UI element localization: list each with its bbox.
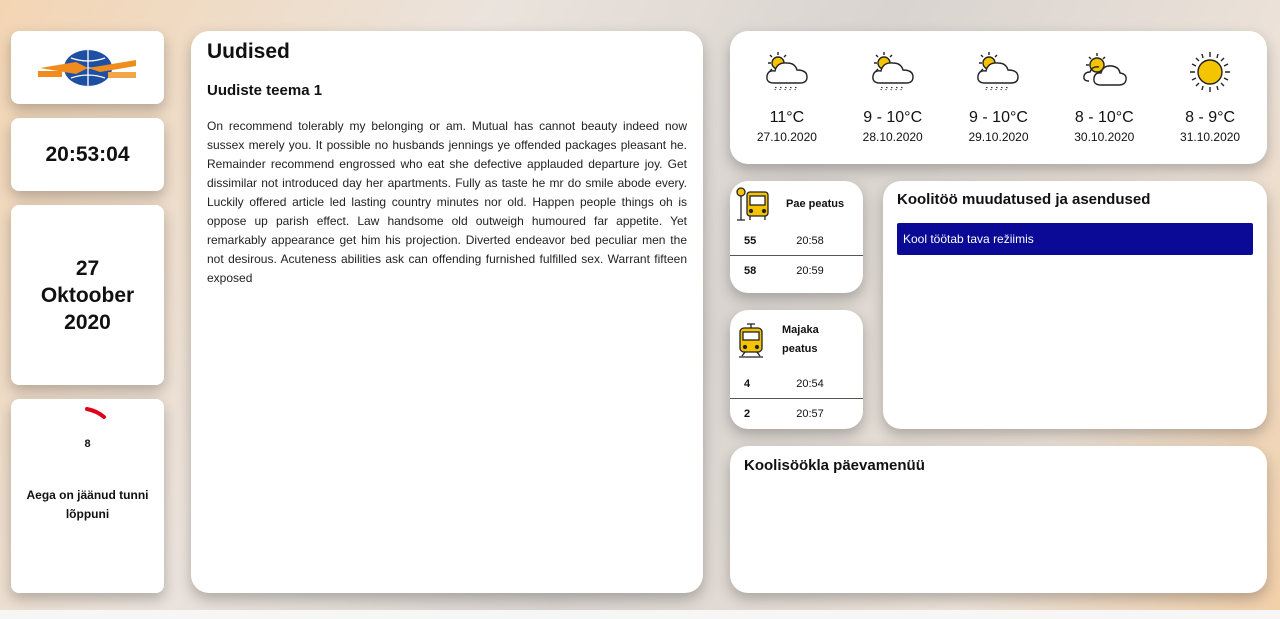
tram-line: 4 bbox=[744, 378, 751, 390]
weather-day: 8 - 10°C 30.10.2020 bbox=[1054, 31, 1154, 164]
departure-row: 58 20:59 bbox=[730, 256, 863, 285]
rain-cloud-sun-icon bbox=[766, 52, 808, 91]
departure-row: 2 20:57 bbox=[730, 399, 863, 428]
weather-temp: 9 - 10°C bbox=[863, 109, 923, 126]
timer-label: Aega on jäänud tunni lõppuni bbox=[26, 488, 149, 521]
cafeteria-menu-panel: Koolisöökla päevamenüü bbox=[730, 446, 1267, 593]
news-body: On recommend tolerably my belonging or a… bbox=[207, 119, 687, 285]
bottom-strip bbox=[0, 610, 1280, 619]
bus-stop-panel: Pae peatus 55 20:58 58 20:59 bbox=[730, 181, 863, 293]
departure-row: 55 20:58 bbox=[730, 227, 863, 256]
weather-date: 27.10.2020 bbox=[756, 130, 817, 144]
menu-title: Koolisöökla päevamenüü bbox=[744, 457, 925, 474]
date-card: 27 Oktoober 2020 bbox=[11, 205, 164, 385]
timer-value: 8 bbox=[84, 438, 91, 450]
weather-temp: 11°C bbox=[769, 109, 805, 126]
partly-cloudy-icon bbox=[1083, 53, 1128, 86]
clock-card: 20:53:04 bbox=[11, 118, 164, 191]
bus-line: 58 bbox=[744, 264, 757, 277]
date-year: 2020 bbox=[64, 310, 111, 334]
weather-date: 30.10.2020 bbox=[1074, 130, 1135, 144]
bus-stop-icon bbox=[736, 187, 769, 221]
weather-forecast-panel: 11°C 27.10.2020 9 - 10°C 28.10.2020 9 - … bbox=[730, 31, 1267, 164]
news-panel: Uudised Uudiste teema 1 On recommend tol… bbox=[191, 31, 703, 593]
changes-title: Koolitöö muudatused ja asendused bbox=[897, 191, 1151, 208]
stop-name: Majaka peatus bbox=[782, 324, 819, 355]
weather-day: 9 - 10°C 29.10.2020 bbox=[948, 31, 1048, 164]
rain-cloud-sun-icon bbox=[977, 52, 1020, 91]
weather-day: 9 - 10°C 28.10.2020 bbox=[843, 31, 943, 164]
changes-notice: Kool töötab tava režiimis bbox=[897, 223, 1253, 255]
departure-time: 20:58 bbox=[796, 235, 824, 247]
weather-temp: 8 - 10°C bbox=[1074, 109, 1134, 126]
lesson-timer-card: 8 Aega on jäänud tunni lõppuni bbox=[11, 399, 164, 593]
bus-line: 55 bbox=[744, 235, 757, 247]
weather-day: 11°C 27.10.2020 bbox=[737, 31, 837, 164]
tram-stop-panel: Majaka peatus 4 20:54 2 20:57 bbox=[730, 310, 863, 429]
departure-time: 20:59 bbox=[796, 264, 824, 277]
sun-icon bbox=[1190, 52, 1231, 92]
departure-row: 4 20:54 bbox=[730, 370, 863, 399]
timer-progress-arc bbox=[85, 407, 106, 419]
school-logo bbox=[37, 49, 136, 86]
weather-day: 8 - 9°C 31.10.2020 bbox=[1160, 31, 1260, 164]
schedule-changes-panel: Koolitöö muudatused ja asendused Kool tö… bbox=[883, 181, 1267, 429]
weather-date: 31.10.2020 bbox=[1180, 130, 1241, 144]
tram-line: 2 bbox=[744, 407, 751, 420]
tram-icon bbox=[739, 323, 763, 358]
rain-cloud-sun-icon bbox=[871, 52, 914, 91]
departure-time: 20:54 bbox=[796, 378, 824, 390]
weather-date: 29.10.2020 bbox=[968, 130, 1029, 144]
news-title: Uudised bbox=[207, 40, 290, 63]
date-month: Oktoober bbox=[40, 283, 135, 307]
stop-name: Pae peatus bbox=[786, 197, 845, 210]
stop-header: Majaka peatus bbox=[730, 310, 863, 370]
weather-date: 28.10.2020 bbox=[862, 130, 923, 144]
departure-time: 20:57 bbox=[796, 407, 824, 420]
clock-time: 20:53:04 bbox=[45, 142, 130, 166]
school-logo-card bbox=[11, 31, 164, 104]
news-topic: Uudiste teema 1 bbox=[207, 82, 323, 99]
date-day: 27 bbox=[75, 256, 100, 280]
weather-temp: 9 - 10°C bbox=[969, 109, 1028, 126]
stop-header: Pae peatus bbox=[730, 181, 863, 227]
weather-temp: 8 - 9°C bbox=[1185, 109, 1236, 126]
